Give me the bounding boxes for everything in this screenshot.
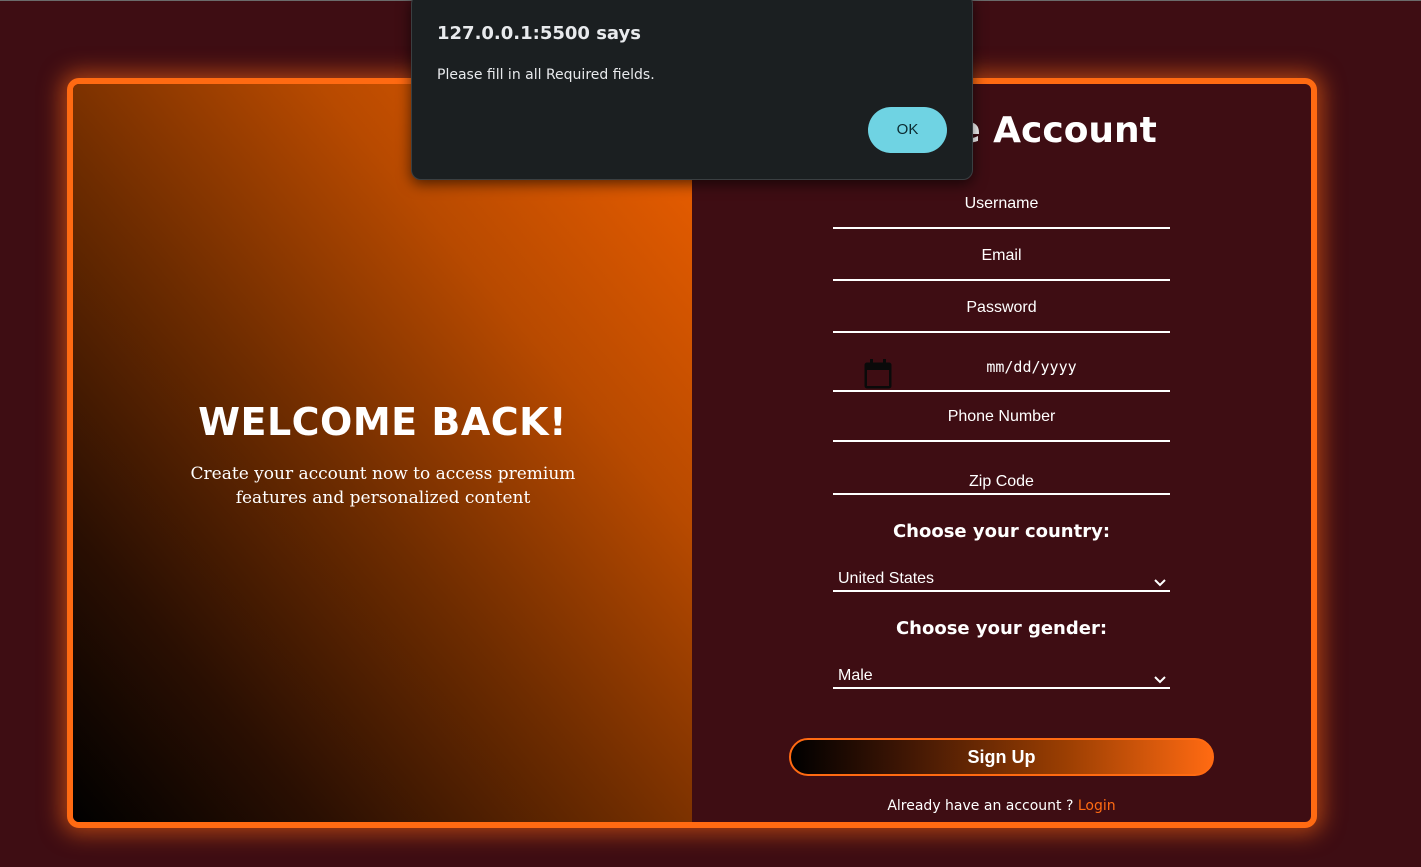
login-prompt: Already have an account ? Login xyxy=(692,798,1311,814)
welcome-subtitle: Create your account now to access premiu… xyxy=(188,462,578,510)
country-value: United States xyxy=(838,570,935,587)
form-panel: Create Account Username Email Password m… xyxy=(692,84,1311,822)
welcome-subtitle-line2: features and personalized content xyxy=(235,488,531,508)
email-placeholder: Email xyxy=(981,247,1022,264)
username-field[interactable]: Username xyxy=(833,195,1170,229)
phone-field[interactable]: Phone Number xyxy=(833,408,1170,442)
chevron-down-icon xyxy=(1154,676,1166,684)
password-placeholder: Password xyxy=(966,299,1037,316)
calendar-icon[interactable] xyxy=(863,358,893,390)
email-field[interactable]: Email xyxy=(833,247,1170,281)
password-field[interactable]: Password xyxy=(833,299,1170,333)
login-link[interactable]: Login xyxy=(1078,798,1116,814)
date-placeholder: mm/dd/yyyy xyxy=(986,358,1077,376)
birthdate-field[interactable]: mm/dd/yyyy xyxy=(833,358,1170,392)
gender-select[interactable]: Male xyxy=(833,667,1170,689)
dialog-message: Please fill in all Required fields. xyxy=(437,67,655,83)
signup-button[interactable]: Sign Up xyxy=(789,738,1214,776)
phone-placeholder: Phone Number xyxy=(947,408,1056,425)
alert-dialog: 127.0.0.1:5500 says Please fill in all R… xyxy=(411,0,973,180)
login-prompt-text: Already have an account ? xyxy=(887,798,1074,814)
welcome-subtitle-line1: Create your account now to access premiu… xyxy=(190,464,576,484)
gender-value: Male xyxy=(838,667,873,684)
welcome-panel: WELCOME BACK! Create your account now to… xyxy=(73,84,692,822)
zip-placeholder: Zip Code xyxy=(969,473,1034,490)
ok-button[interactable]: OK xyxy=(868,107,947,153)
username-placeholder: Username xyxy=(964,195,1039,212)
zip-field[interactable]: Zip Code xyxy=(833,463,1170,495)
gender-label: Choose your gender: xyxy=(895,618,1108,639)
signup-card: WELCOME BACK! Create your account now to… xyxy=(67,78,1317,828)
chevron-down-icon xyxy=(1154,579,1166,587)
welcome-title: WELCOME BACK! xyxy=(198,400,567,444)
dialog-title: 127.0.0.1:5500 says xyxy=(437,23,641,44)
country-select[interactable]: United States xyxy=(833,570,1170,592)
country-label: Choose your country: xyxy=(892,521,1111,542)
